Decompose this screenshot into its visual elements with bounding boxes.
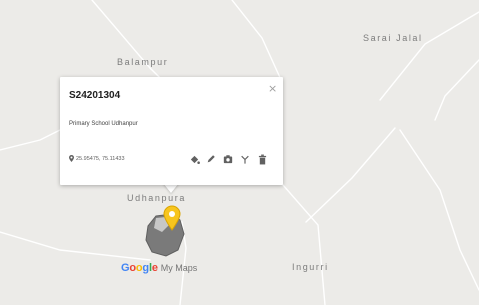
my-maps-label: My Maps bbox=[160, 263, 198, 273]
popup-toolbar bbox=[187, 153, 272, 165]
google-wordmark: Google bbox=[121, 262, 158, 274]
edit-icon[interactable] bbox=[204, 153, 218, 165]
place-label-udhanpura: Udhanpura bbox=[127, 193, 186, 203]
location-marker-icon[interactable] bbox=[163, 205, 181, 231]
popup-title: S24201304 bbox=[69, 90, 121, 101]
place-label-ingurri: Ingurri bbox=[292, 262, 329, 272]
google-my-maps-logo: Google My Maps bbox=[121, 262, 197, 274]
style-icon[interactable] bbox=[187, 153, 201, 165]
place-label-sarai-jalal: Sarai Jalal bbox=[363, 33, 423, 43]
coordinates-text: 25.95475, 75.11433 bbox=[76, 155, 125, 162]
place-label-balampur: Balampur bbox=[117, 57, 169, 67]
delete-icon[interactable] bbox=[255, 153, 269, 165]
map-canvas[interactable]: Balampur Sarai Jalal Udhanpura Ingurri S… bbox=[0, 0, 479, 305]
info-popup: S24201304 × Primary School Udhanpur 25.9… bbox=[60, 77, 283, 185]
location-pin-icon bbox=[69, 155, 74, 162]
coordinates-link[interactable]: 25.95475, 75.11433 bbox=[69, 155, 125, 162]
popup-description: Primary School Udhanpur bbox=[69, 121, 138, 127]
directions-icon[interactable] bbox=[238, 153, 252, 165]
close-icon[interactable]: × bbox=[268, 83, 277, 94]
google-letter: e bbox=[151, 262, 158, 274]
photo-icon[interactable] bbox=[221, 153, 235, 165]
